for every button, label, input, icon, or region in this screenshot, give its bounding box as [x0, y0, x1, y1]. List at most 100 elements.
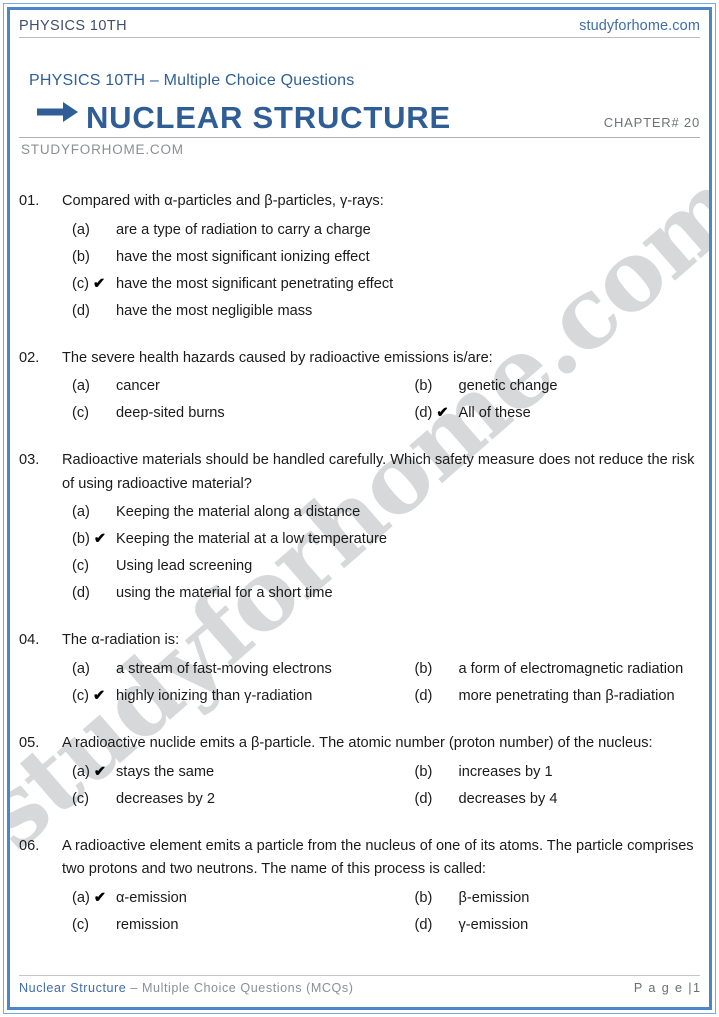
option-item[interactable]: (c) remission: [19, 912, 360, 939]
option-item[interactable]: (a) cancer: [19, 373, 360, 400]
option-item[interactable]: (b) β-emission: [360, 885, 701, 912]
footer-caption: Nuclear Structure – Multiple Choice Ques…: [19, 981, 353, 995]
option-text: decreases by 4: [458, 790, 558, 807]
option-letter: (b): [72, 531, 90, 548]
option-letter: (a): [72, 889, 90, 906]
question-number: 06.: [19, 837, 40, 854]
title-divider: [19, 137, 700, 138]
question-header: 03. Radioactive materials should be handl…: [19, 449, 700, 496]
question-text: A radioactive nuclide emits a β-particle…: [62, 735, 653, 752]
question-number: 04.: [19, 632, 40, 649]
page-content: PHYSICS 10TH studyforhome.com PHYSICS 10…: [10, 10, 709, 1007]
option-list: (a) ✔ stays the same (b) increases by 1 (c) de…: [19, 759, 700, 813]
correct-answer-check-icon: ✔: [93, 763, 107, 780]
question-block: 04. The α-radiation is: (a) a stream of fas…: [19, 629, 700, 710]
option-row: (c) ✔ highly ionizing than γ-radiation (d) m…: [19, 683, 700, 710]
option-letter: (b): [72, 248, 90, 265]
page-number-value: 1: [692, 981, 700, 995]
option-item[interactable]: (d) ✔ All of these: [360, 400, 701, 427]
option-letter: (b): [414, 661, 433, 678]
option-row: (a) are a type of radiation to carry a ch…: [19, 217, 700, 244]
option-item[interactable]: (b) ✔ Keeping the material at a low temper…: [19, 526, 700, 553]
question-header: 06. A radioactive element emits a particl…: [19, 835, 700, 882]
page-sheet: studyforhome.com PHYSICS 10TH studyforho…: [10, 10, 709, 1007]
question-number: 02.: [19, 349, 40, 366]
option-text: a stream of fast-moving electrons: [116, 661, 332, 678]
option-item[interactable]: (c) decreases by 2: [19, 786, 360, 813]
option-item[interactable]: (d) have the most negligible mass: [19, 298, 700, 325]
option-marker: (a): [72, 499, 116, 526]
option-row: (c) decreases by 2 (d) decreases by 4: [19, 786, 700, 813]
option-letter: (a): [72, 378, 90, 395]
option-item[interactable]: (d) decreases by 4: [360, 786, 701, 813]
option-letter: (a): [72, 504, 90, 521]
option-marker: (c): [72, 786, 116, 813]
option-text: are a type of radiation to carry a charg…: [116, 221, 371, 238]
option-marker: (a) ✔: [72, 759, 116, 786]
option-item[interactable]: (d) more penetrating than β-radiation: [360, 683, 701, 710]
option-text: genetic change: [458, 378, 558, 395]
correct-answer-check-icon: ✔: [93, 275, 106, 292]
option-item[interactable]: (a) Keeping the material along a distance: [19, 499, 700, 526]
option-row: (a) a stream of fast-moving electrons (b) a…: [19, 656, 700, 683]
option-item[interactable]: (c) ✔ have the most significant penetratin…: [19, 271, 700, 298]
question-number: 05.: [19, 735, 40, 752]
question-number: 01.: [19, 193, 40, 209]
option-row: (b) have the most significant ionizing ef…: [19, 244, 700, 271]
question-header: 02. The severe health hazards caused by r…: [19, 347, 700, 371]
option-text: have the most significant ionizing effec…: [116, 248, 370, 265]
correct-answer-check-icon: ✔: [93, 889, 107, 906]
question-block: 01. Compared with α-particles and β-parti…: [19, 190, 700, 325]
option-text: stays the same: [116, 763, 215, 780]
option-row: (c) deep-sited burns (d) ✔ All of these: [19, 400, 700, 427]
option-text: cancer: [116, 378, 160, 395]
option-letter: (c): [72, 405, 90, 422]
option-row: (d) have the most negligible mass: [19, 298, 700, 325]
option-item[interactable]: (a) are a type of radiation to carry a ch…: [19, 217, 700, 244]
option-marker: (b): [415, 656, 459, 683]
option-list: (a) ✔ α-emission (b) β-emission (c) remission(…: [19, 885, 700, 939]
option-item[interactable]: (b) have the most significant ionizing ef…: [19, 244, 700, 271]
question-text: Radioactive materials should be handled …: [62, 452, 695, 492]
option-item[interactable]: (c) ✔ highly ionizing than γ-radiation: [19, 683, 360, 710]
question-header: 01. Compared with α-particles and β-parti…: [19, 190, 700, 214]
option-text: a form of electromagnetic radiation: [458, 661, 684, 678]
correct-answer-check-icon: ✔: [93, 531, 107, 548]
option-item[interactable]: (c) deep-sited burns: [19, 400, 360, 427]
option-item[interactable]: (d) γ-emission: [360, 912, 701, 939]
option-item[interactable]: (a) ✔ α-emission: [19, 885, 360, 912]
option-item[interactable]: (b) genetic change: [360, 373, 701, 400]
option-text: γ-emission: [458, 916, 529, 933]
option-item[interactable]: (b) increases by 1: [360, 759, 701, 786]
page-label: P a g e |: [633, 981, 693, 995]
option-row: (a) ✔ stays the same (b) increases by 1: [19, 759, 700, 786]
chapter-number: CHAPTER# 20: [603, 115, 700, 130]
option-letter: (d): [414, 790, 433, 807]
question-block: 03. Radioactive materials should be handl…: [19, 449, 700, 607]
correct-answer-check-icon: ✔: [436, 405, 449, 422]
option-text: have the most negligible mass: [116, 302, 313, 319]
running-header-subject: PHYSICS 10TH: [19, 18, 127, 34]
option-marker: (b): [72, 244, 116, 271]
option-letter: (a): [72, 221, 90, 238]
option-marker: (d): [415, 683, 459, 710]
page-title: NUCLEAR STRUCTURE: [86, 100, 451, 135]
option-marker: (b): [415, 373, 459, 400]
option-marker: (c): [72, 553, 116, 580]
option-letter: (d): [414, 405, 433, 422]
option-row: (d) using the material for a short time: [19, 580, 700, 607]
option-text: All of these: [458, 405, 531, 422]
page-number: P a g e |1: [634, 981, 700, 995]
option-marker: (a): [72, 373, 116, 400]
option-item[interactable]: (a) a stream of fast-moving electrons: [19, 656, 360, 683]
option-item[interactable]: (d) using the material for a short time: [19, 580, 700, 607]
option-item[interactable]: (b) a form of electromagnetic radiation: [360, 656, 701, 683]
option-item[interactable]: (c) Using lead screening: [19, 553, 700, 580]
option-letter: (b): [414, 763, 433, 780]
option-row: (b) ✔ Keeping the material at a low temper…: [19, 526, 700, 553]
question-block: 02. The severe health hazards caused by r…: [19, 347, 700, 428]
option-text: α-emission: [116, 889, 187, 906]
option-text: β-emission: [458, 889, 530, 906]
question-header: 04. The α-radiation is:: [19, 629, 700, 653]
option-item[interactable]: (a) ✔ stays the same: [19, 759, 360, 786]
